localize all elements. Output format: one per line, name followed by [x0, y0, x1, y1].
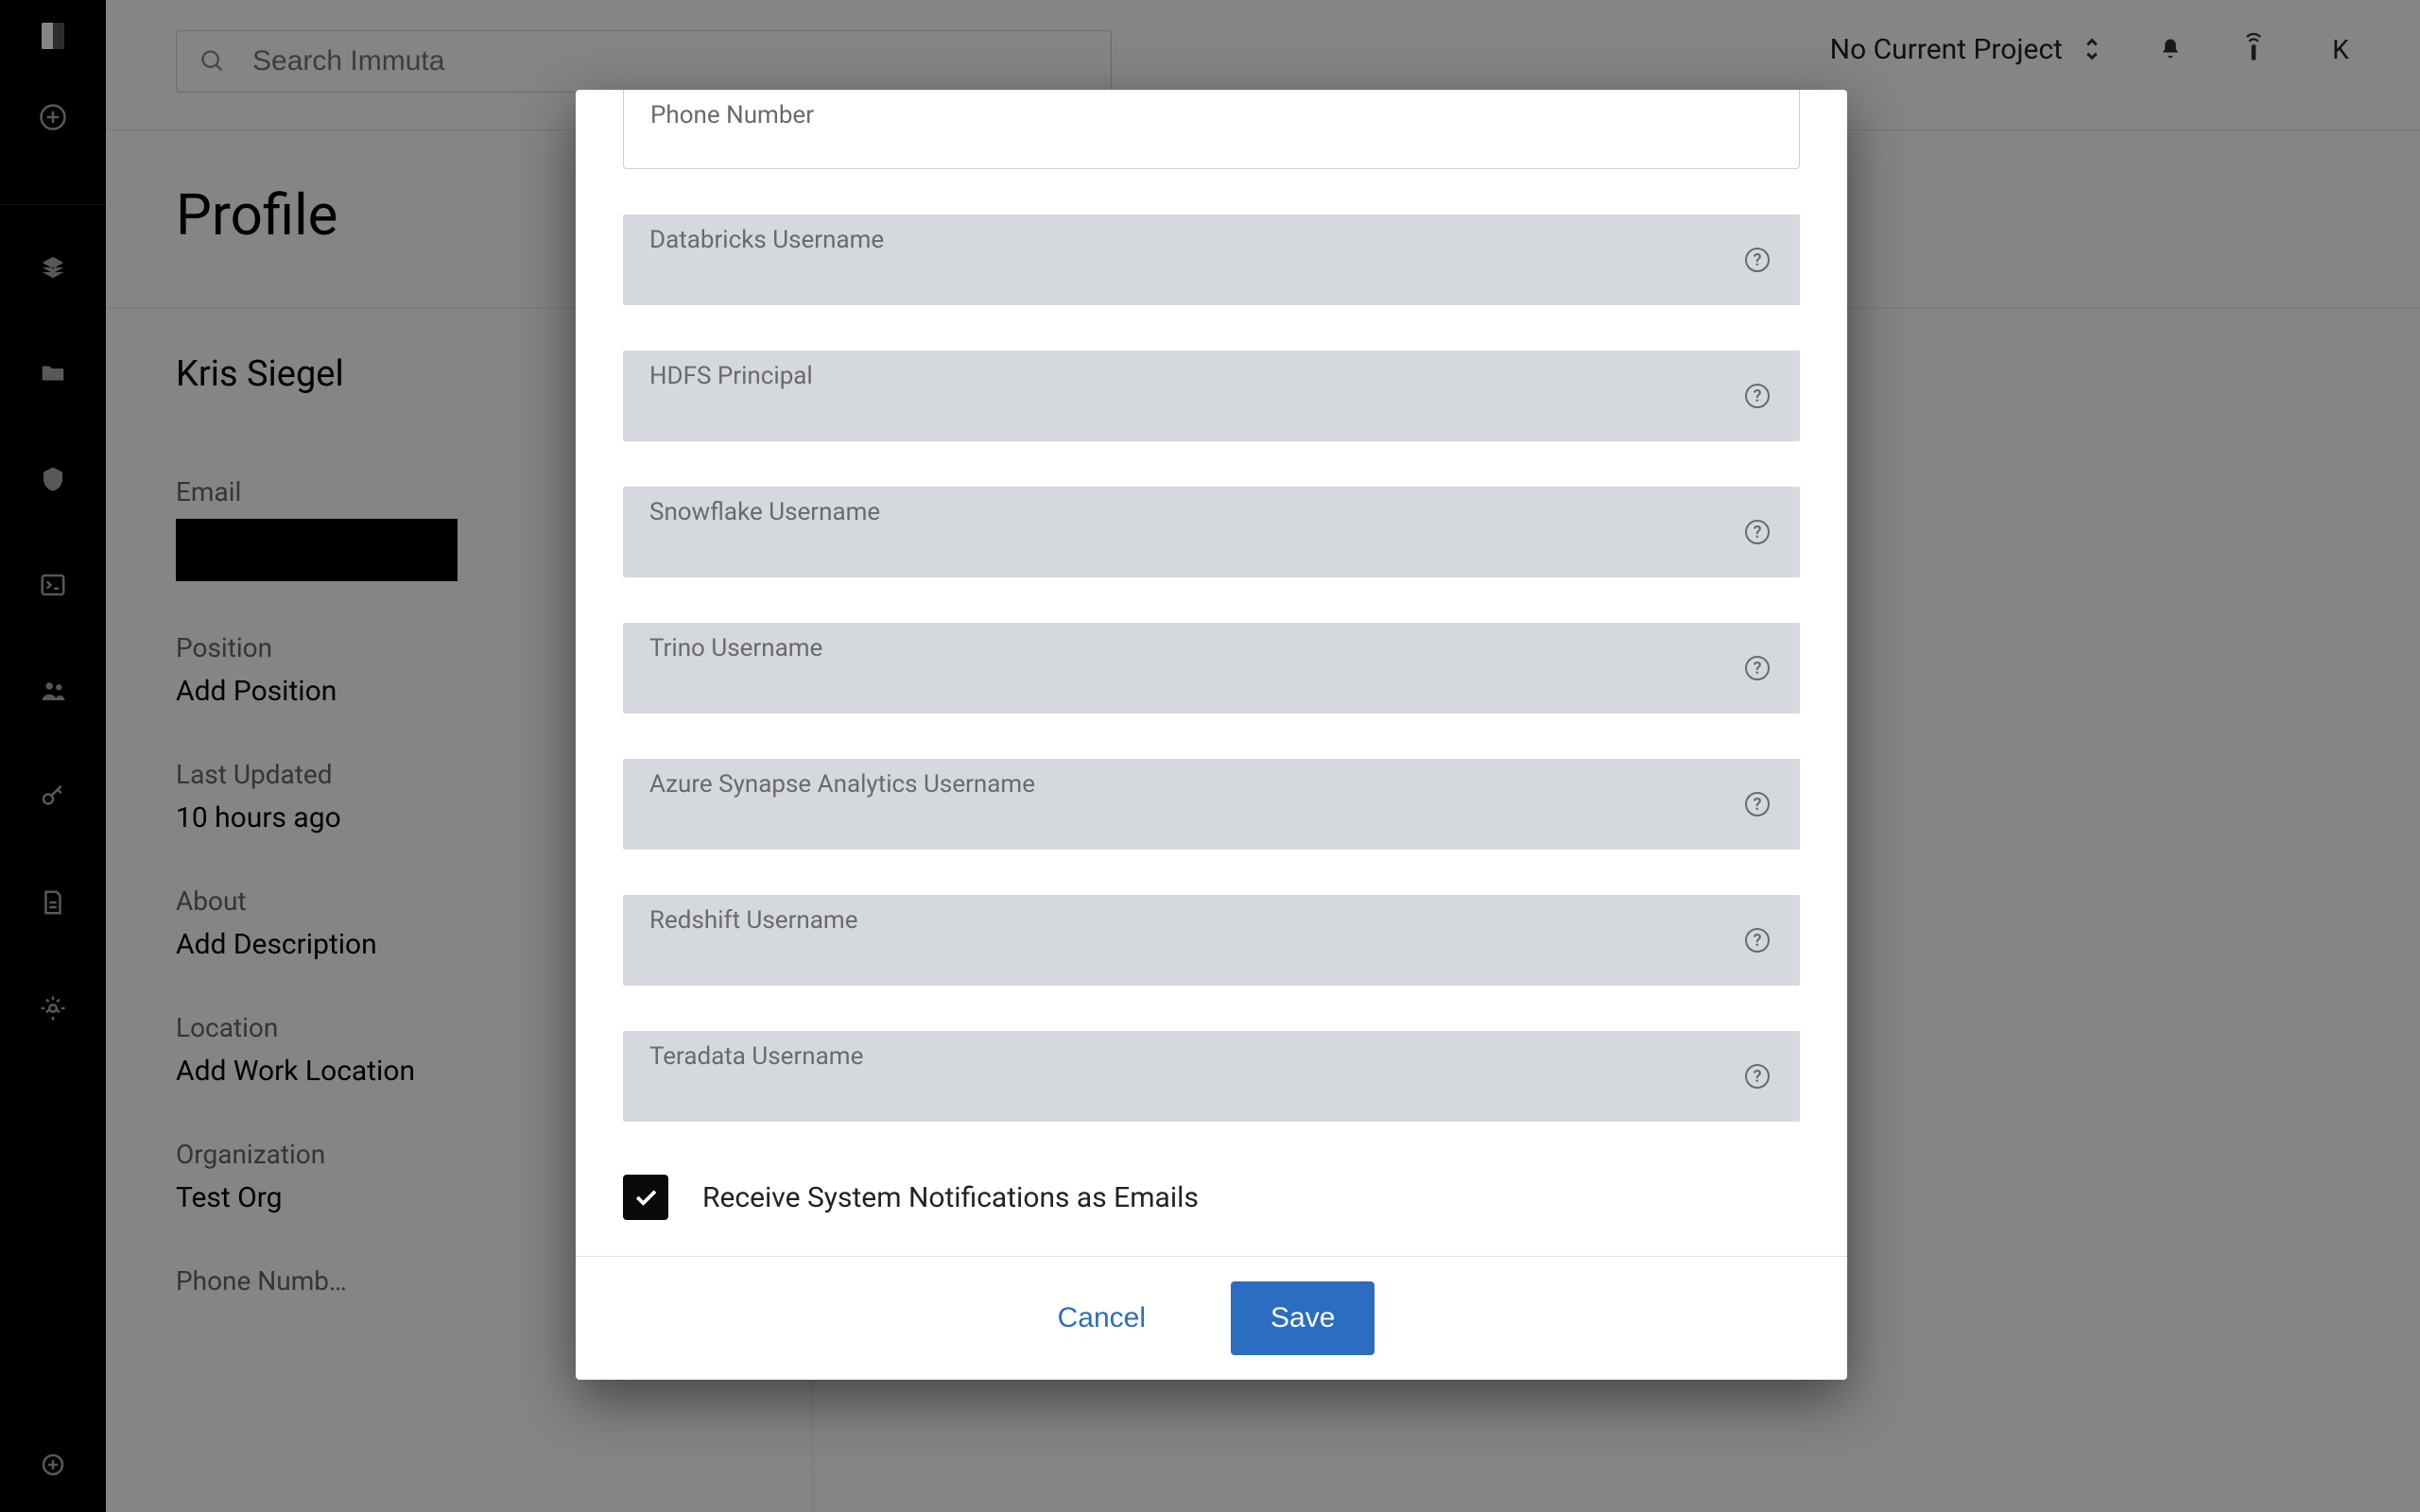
modal-backdrop[interactable]: Phone Number Databricks Username ? HDFS … [0, 0, 2420, 1512]
help-icon[interactable]: ? [1745, 792, 1770, 816]
cancel-button[interactable]: Cancel [1048, 1281, 1155, 1355]
notifications-checkbox-label: Receive System Notifications as Emails [702, 1181, 1199, 1214]
trino-username-label: Trino Username [649, 634, 1773, 662]
hdfs-principal-label: HDFS Principal [649, 362, 1773, 390]
synapse-username-field[interactable]: Azure Synapse Analytics Username ? [623, 759, 1800, 850]
synapse-username-label: Azure Synapse Analytics Username [649, 770, 1773, 799]
edit-profile-modal: Phone Number Databricks Username ? HDFS … [576, 90, 1847, 1380]
save-button[interactable]: Save [1231, 1281, 1374, 1355]
help-icon[interactable]: ? [1745, 928, 1770, 953]
databricks-username-field[interactable]: Databricks Username ? [623, 215, 1800, 305]
trino-username-field[interactable]: Trino Username ? [623, 623, 1800, 713]
databricks-username-input[interactable] [649, 266, 1743, 296]
check-icon [631, 1183, 660, 1211]
redshift-username-input[interactable] [649, 946, 1743, 976]
phone-number-label: Phone Number [650, 101, 1772, 129]
trino-username-input[interactable] [649, 674, 1743, 704]
help-icon[interactable]: ? [1745, 248, 1770, 272]
synapse-username-input[interactable] [649, 810, 1743, 840]
notifications-checkbox[interactable] [623, 1175, 668, 1220]
teradata-username-label: Teradata Username [649, 1042, 1773, 1071]
phone-number-input[interactable] [650, 129, 1742, 159]
redshift-username-label: Redshift Username [649, 906, 1773, 935]
help-icon[interactable]: ? [1745, 384, 1770, 408]
databricks-username-label: Databricks Username [649, 226, 1773, 254]
phone-number-field[interactable]: Phone Number [623, 90, 1800, 169]
redshift-username-field[interactable]: Redshift Username ? [623, 895, 1800, 986]
modal-footer: Cancel Save [576, 1256, 1847, 1380]
snowflake-username-label: Snowflake Username [649, 498, 1773, 526]
help-icon[interactable]: ? [1745, 656, 1770, 680]
hdfs-principal-field[interactable]: HDFS Principal ? [623, 351, 1800, 441]
snowflake-username-field[interactable]: Snowflake Username ? [623, 487, 1800, 577]
help-icon[interactable]: ? [1745, 520, 1770, 544]
hdfs-principal-input[interactable] [649, 402, 1743, 432]
teradata-username-field[interactable]: Teradata Username ? [623, 1031, 1800, 1122]
teradata-username-input[interactable] [649, 1082, 1743, 1112]
snowflake-username-input[interactable] [649, 538, 1743, 568]
help-icon[interactable]: ? [1745, 1064, 1770, 1089]
